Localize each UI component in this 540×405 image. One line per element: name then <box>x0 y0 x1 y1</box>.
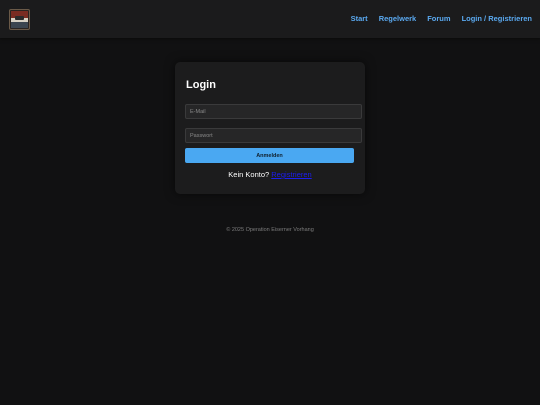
no-account-text: Kein Konto? <box>228 170 270 179</box>
logo-ground <box>11 22 28 28</box>
email-field[interactable] <box>185 104 362 119</box>
nav-link-login-register[interactable]: Login / Registrieren <box>462 14 532 23</box>
footer-copyright: © 2025 Operation Eiserner Vorhang <box>226 227 314 233</box>
signup-prompt: Kein Konto? Registrieren <box>175 170 365 179</box>
nav-link-forum[interactable]: Forum <box>427 14 450 23</box>
nav-link-start[interactable]: Start <box>351 14 368 23</box>
login-submit-button[interactable]: Anmelden <box>185 148 354 163</box>
site-header: Start Regelwerk Forum Login / Registrier… <box>0 0 540 38</box>
nav-link-regelwerk[interactable]: Regelwerk <box>379 14 417 23</box>
main-nav: Start Regelwerk Forum Login / Registrier… <box>351 14 532 23</box>
register-link[interactable]: Registrieren <box>271 170 311 179</box>
login-card: Login Anmelden Kein Konto? Registrieren <box>175 62 365 194</box>
site-logo[interactable] <box>9 9 30 30</box>
logo-tank-icon <box>15 16 24 20</box>
password-field[interactable] <box>185 128 362 143</box>
login-title: Login <box>186 79 216 91</box>
